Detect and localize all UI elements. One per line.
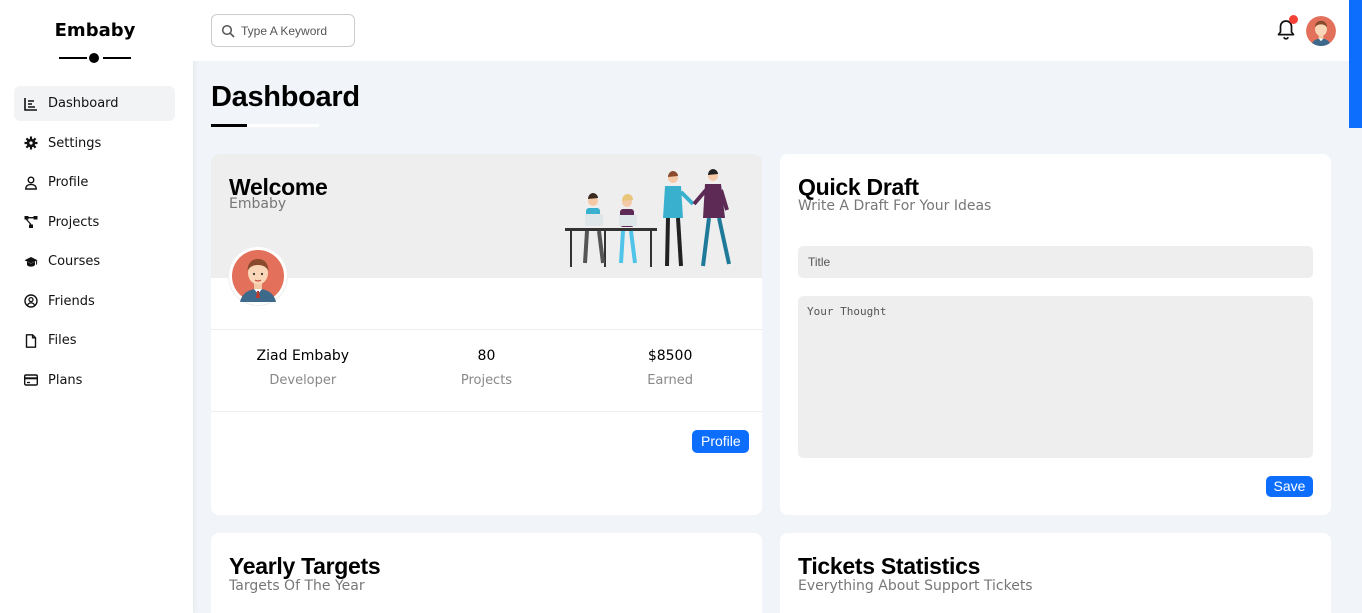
search-icon — [221, 24, 235, 38]
diagram-icon — [24, 215, 38, 229]
top-bar — [193, 0, 1349, 61]
profile-button[interactable]: Profile — [692, 430, 749, 453]
sidebar-item-label: Files — [48, 333, 77, 348]
stat-label: Projects — [460, 373, 513, 388]
stat-earned: $8500 Earned — [578, 330, 762, 411]
search-input[interactable] — [241, 23, 351, 38]
thought-textarea[interactable] — [798, 296, 1313, 458]
scrollbar-thumb[interactable] — [1349, 0, 1362, 128]
title-input[interactable] — [798, 246, 1313, 278]
stat-label: Earned — [647, 373, 693, 388]
tickets-subtitle: Everything About Support Tickets — [798, 578, 1033, 594]
credit-card-icon — [24, 373, 38, 387]
sidebar-item-label: Courses — [48, 254, 101, 269]
tickets-title: Tickets Statistics — [798, 553, 981, 579]
sidebar-item-settings[interactable]: Settings — [14, 126, 175, 161]
yearly-subtitle: Targets Of The Year — [229, 578, 365, 594]
search-box[interactable] — [211, 14, 355, 47]
sidebar-item-files[interactable]: Files — [14, 323, 175, 358]
quick-draft-card: Quick Draft Write A Draft For Your Ideas… — [780, 154, 1331, 515]
stat-value: $8500 — [647, 348, 693, 364]
sidebar-item-label: Plans — [48, 372, 83, 388]
chart-icon — [24, 97, 38, 111]
sidebar-item-friends[interactable]: Friends — [14, 284, 175, 319]
avatar[interactable] — [229, 247, 287, 305]
sidebar-item-label: Projects — [48, 214, 100, 230]
stat-value: Ziad Embaby — [256, 348, 350, 364]
sidebar-item-label: Friends — [48, 293, 95, 309]
sidebar-item-label: Dashboard — [48, 96, 119, 111]
tickets-statistics-card: Tickets Statistics Everything About Supp… — [780, 533, 1331, 613]
brand-decoration — [59, 52, 131, 64]
team-illustration — [565, 169, 731, 267]
user-icon — [24, 176, 38, 190]
draft-title: Quick Draft — [798, 174, 919, 200]
scrollbar-track[interactable] — [1349, 128, 1362, 613]
sidebar-nav: Dashboard Settings Profile Projects Cour… — [14, 86, 175, 402]
save-button[interactable]: Save — [1266, 476, 1313, 497]
sidebar-item-dashboard[interactable]: Dashboard — [14, 86, 175, 121]
stat-label: Developer — [269, 373, 337, 388]
file-icon — [24, 333, 38, 348]
welcome-card: Welcome Embaby Ziad Embaby Developer 80 … — [211, 154, 762, 515]
avatar[interactable] — [1306, 16, 1336, 46]
brand-name: Embaby — [54, 20, 136, 41]
stat-name: Ziad Embaby Developer — [211, 330, 395, 411]
graduation-cap-icon — [24, 255, 38, 269]
welcome-stats: Ziad Embaby Developer 80 Projects $8500 … — [211, 329, 762, 412]
page-title: Dashboard — [211, 81, 360, 113]
notification-badge — [1289, 15, 1298, 24]
gear-icon — [24, 136, 38, 150]
sidebar-item-projects[interactable]: Projects — [14, 205, 175, 240]
yearly-title: Yearly Targets — [229, 553, 381, 579]
welcome-subtitle: Embaby — [229, 196, 287, 212]
draft-subtitle: Write A Draft For Your Ideas — [798, 198, 992, 214]
stat-projects: 80 Projects — [395, 330, 579, 411]
user-circle-icon — [24, 294, 38, 308]
welcome-header: Welcome Embaby — [211, 154, 762, 278]
sidebar-item-courses[interactable]: Courses — [14, 244, 175, 279]
title-underline-light — [247, 124, 319, 127]
title-underline — [211, 124, 247, 127]
sidebar: Embaby Dashboard Settings Profile Projec… — [0, 0, 193, 613]
sidebar-item-label: Settings — [48, 135, 102, 151]
sidebar-item-label: Profile — [48, 175, 89, 190]
yearly-targets-card: Yearly Targets Targets Of The Year — [211, 533, 762, 613]
stat-value: 80 — [477, 348, 496, 364]
sidebar-item-profile[interactable]: Profile — [14, 165, 175, 200]
sidebar-item-plans[interactable]: Plans — [14, 363, 175, 398]
